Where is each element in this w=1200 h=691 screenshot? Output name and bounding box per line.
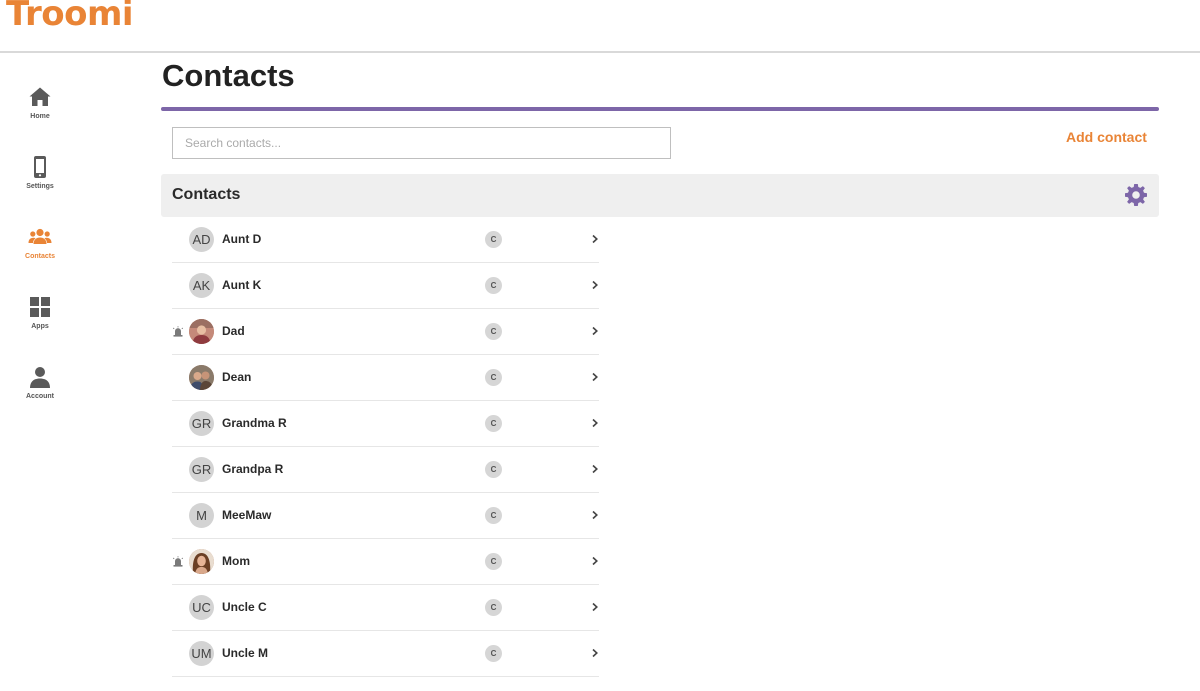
contact-badge: C	[485, 645, 502, 662]
profile-photo	[189, 319, 214, 344]
user-icon	[30, 367, 50, 388]
avatar: GR	[189, 411, 214, 436]
contact-row[interactable]: AD Aunt D C	[172, 217, 599, 263]
contact-name: Uncle C	[222, 600, 267, 614]
trademark-mark: ™	[134, 0, 142, 1]
chevron-right-icon	[592, 648, 598, 658]
contact-badge: C	[485, 369, 502, 386]
contact-badge: C	[485, 507, 502, 524]
contact-name: Dad	[222, 324, 245, 338]
contact-badge: C	[485, 599, 502, 616]
contact-row[interactable]: UC Uncle C C	[172, 585, 599, 631]
chevron-right-icon	[592, 602, 598, 612]
chevron-right-icon	[592, 234, 598, 244]
sidebar-item-label: Home	[30, 113, 50, 120]
sidebar-item-contacts[interactable]: Contacts	[0, 225, 80, 285]
profile-photo	[189, 549, 214, 574]
avatar	[189, 549, 214, 574]
troomi-logo[interactable]: Troomi™	[6, 0, 142, 34]
sidebar-item-label: Contacts	[25, 253, 55, 260]
avatar: AK	[189, 273, 214, 298]
alert-icon	[172, 326, 184, 337]
contact-badge: C	[485, 323, 502, 340]
logo-text: Troomi	[6, 0, 134, 34]
contact-badge: C	[485, 415, 502, 432]
grid-icon	[30, 297, 50, 317]
chevron-right-icon	[592, 418, 598, 428]
avatar: GR	[189, 457, 214, 482]
avatar: UC	[189, 595, 214, 620]
contact-list: AD Aunt D C AK Aunt K C Dad C Dean C GR …	[172, 217, 599, 677]
chevron-right-icon	[592, 464, 598, 474]
title-divider	[161, 107, 1159, 111]
profile-photo	[189, 365, 214, 390]
contact-badge: C	[485, 231, 502, 248]
sidebar-item-home[interactable]: Home	[0, 85, 80, 145]
contact-row[interactable]: GR Grandpa R C	[172, 447, 599, 493]
contact-row[interactable]: AK Aunt K C	[172, 263, 599, 309]
contact-row[interactable]: Dean C	[172, 355, 599, 401]
chevron-right-icon	[592, 510, 598, 520]
add-contact-button[interactable]: Add contact	[1066, 129, 1147, 145]
sidebar-item-label: Account	[26, 393, 54, 400]
sidebar-item-account[interactable]: Account	[0, 365, 80, 425]
chevron-right-icon	[592, 280, 598, 290]
contact-badge: C	[485, 277, 502, 294]
chevron-right-icon	[592, 556, 598, 566]
search-input[interactable]	[172, 127, 671, 159]
avatar	[189, 319, 214, 344]
contact-name: Grandpa R	[222, 462, 284, 476]
contact-row[interactable]: UM Uncle M C	[172, 631, 599, 677]
avatar: AD	[189, 227, 214, 252]
phone-icon	[34, 156, 46, 178]
chevron-right-icon	[592, 326, 598, 336]
contact-row[interactable]: Dad C	[172, 309, 599, 355]
contact-row[interactable]: M MeeMaw C	[172, 493, 599, 539]
sidebar-item-settings[interactable]: Settings	[0, 155, 80, 215]
avatar: UM	[189, 641, 214, 666]
avatar	[189, 365, 214, 390]
contact-name: Aunt D	[222, 232, 262, 246]
section-title: Contacts	[172, 186, 241, 203]
top-bar: Troomi™	[0, 0, 1200, 53]
contact-badge: C	[485, 553, 502, 570]
contact-row[interactable]: Mom C	[172, 539, 599, 585]
home-icon	[29, 87, 51, 106]
page-title: Contacts	[162, 58, 295, 93]
contact-row[interactable]: GR Grandma R C	[172, 401, 599, 447]
alert-icon	[172, 556, 184, 567]
chevron-right-icon	[592, 372, 598, 382]
contact-name: Uncle M	[222, 646, 269, 660]
contact-name: Aunt K	[222, 278, 262, 292]
avatar: M	[189, 503, 214, 528]
gear-icon[interactable]	[1124, 183, 1148, 207]
contact-name: Mom	[222, 554, 250, 568]
contact-name: Grandma R	[222, 416, 287, 430]
contact-badge: C	[485, 461, 502, 478]
sidebar-item-label: Apps	[31, 323, 49, 330]
users-icon	[28, 228, 52, 244]
sidebar-item-label: Settings	[26, 183, 54, 190]
sidebar-item-apps[interactable]: Apps	[0, 295, 80, 355]
contact-name: Dean	[222, 370, 252, 384]
contact-name: MeeMaw	[222, 508, 272, 522]
contacts-section-header: Contacts	[161, 174, 1159, 217]
